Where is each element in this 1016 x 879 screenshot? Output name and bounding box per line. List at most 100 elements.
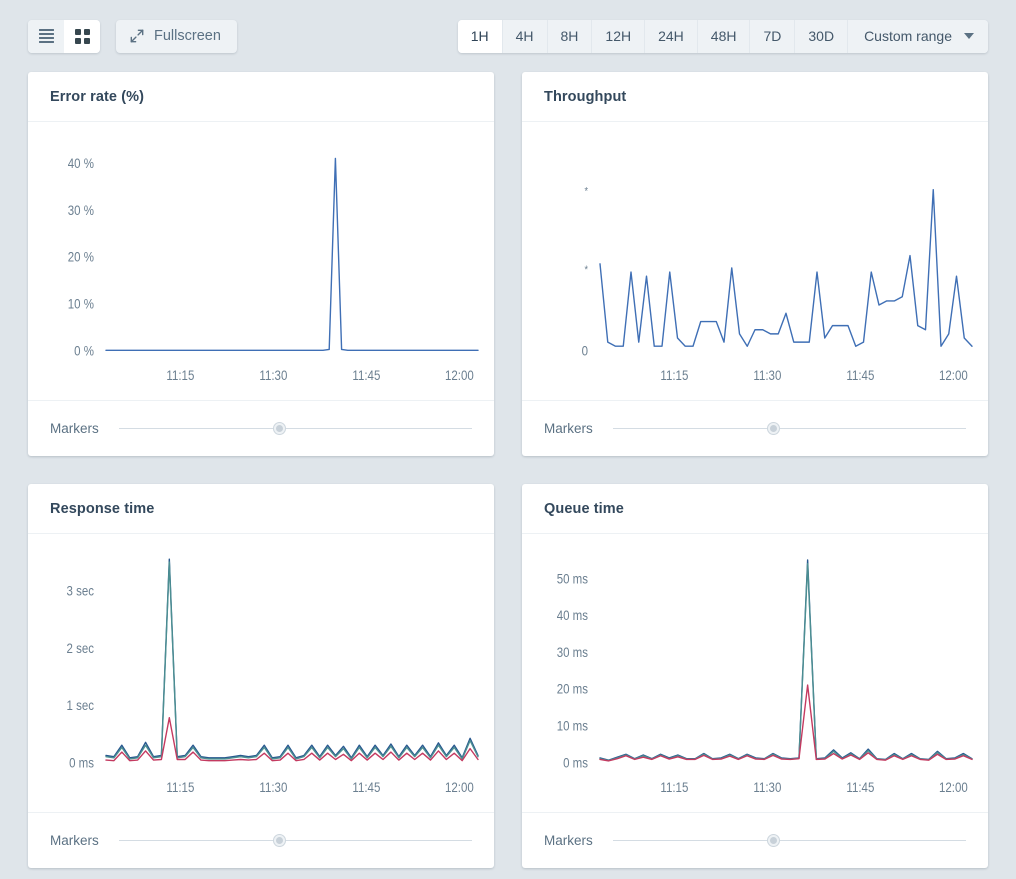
time-range-group: 1H 4H 8H 12H 24H 48H 7D 30D Custom range (457, 19, 988, 53)
grid-icon (74, 28, 90, 44)
card-header: Error rate (%) (28, 72, 494, 122)
card-title: Queue time (544, 500, 624, 517)
chevron-down-icon (964, 33, 974, 39)
y-tick-label: 20 % (68, 248, 95, 265)
y-tick-label: 2 sec (67, 640, 95, 657)
markers-label: Markers (544, 833, 593, 848)
markers-slider[interactable] (612, 420, 966, 438)
y-tick-label: 0 ms (563, 754, 588, 771)
card-title: Response time (50, 500, 155, 517)
y-tick-label: 40 ms (557, 607, 589, 624)
y-tick-label: 30 ms (557, 644, 589, 661)
x-tick-label: 11:45 (352, 779, 380, 796)
x-tick-label: 11:30 (753, 367, 781, 384)
y-tick-label: 50 ms (557, 570, 589, 587)
range-button-4h[interactable]: 4H (501, 19, 547, 53)
markers-slider[interactable] (118, 832, 472, 850)
markers-row: Markers (28, 812, 494, 868)
x-tick-label: 11:15 (660, 779, 688, 796)
x-tick-label: 11:45 (846, 779, 874, 796)
slider-track (612, 840, 966, 841)
x-tick-label: 12:00 (939, 779, 968, 796)
x-tick-label: 11:15 (660, 367, 688, 384)
markers-row: Markers (28, 400, 494, 456)
y-tick-label: * (584, 264, 588, 276)
x-tick-label: 11:15 (166, 367, 194, 384)
range-button-24h[interactable]: 24H (644, 19, 697, 53)
markers-slider[interactable] (118, 420, 472, 438)
y-tick-label: 0 % (74, 342, 94, 359)
card-header: Response time (28, 484, 494, 534)
range-button-1h[interactable]: 1H (457, 19, 502, 53)
card-title: Error rate (%) (50, 88, 145, 105)
y-tick-label: 0 (582, 342, 588, 359)
card-header: Throughput (522, 72, 988, 122)
toolbar: Fullscreen 1H 4H 8H 12H 24H 48H 7D 30D Custom ra… (0, 0, 1016, 72)
list-icon (38, 29, 54, 43)
custom-range-button[interactable]: Custom range (847, 19, 988, 53)
plot-queue-time: 50 ms 40 ms 30 ms 20 ms 10 ms 0 ms 11:15 11:30 1… (557, 534, 988, 796)
x-tick-label: 11:30 (259, 779, 287, 796)
x-tick-label: 12:00 (445, 779, 474, 796)
y-tick-label: * (584, 186, 588, 198)
chart-grid: Error rate (%) 40 % 30 % 20 % 10 % 0 % 11:15 11… (28, 72, 988, 868)
series-line (600, 560, 972, 760)
markers-row: Markers (522, 812, 988, 868)
slider-handle[interactable] (274, 835, 286, 846)
markers-label: Markers (50, 833, 99, 848)
card-title: Throughput (544, 88, 627, 105)
x-tick-label: 11:45 (352, 367, 380, 384)
slider-handle[interactable] (768, 423, 780, 434)
plot-error-rate: 40 % 30 % 20 % 10 % 0 % 11:15 11:30 11:45 12:00 (68, 155, 494, 384)
slider-handle[interactable] (274, 423, 286, 434)
markers-label: Markers (50, 421, 99, 436)
markers-row: Markers (522, 400, 988, 456)
fullscreen-label: Fullscreen (154, 28, 221, 44)
x-tick-label: 12:00 (939, 367, 968, 384)
range-button-8h[interactable]: 8H (546, 19, 592, 53)
expand-arrows-icon (130, 29, 144, 43)
y-tick-label: 20 ms (557, 681, 589, 698)
y-tick-label: 10 % (68, 295, 95, 312)
series-line (600, 564, 972, 761)
y-tick-label: 3 sec (67, 582, 95, 599)
chart-card-queue-time: Queue time 50 ms 40 ms 30 ms 20 ms 10 ms 0 ms 1… (522, 484, 988, 868)
x-tick-label: 11:45 (846, 367, 874, 384)
y-tick-label: 0 ms (69, 754, 94, 771)
chart-card-error-rate: Error rate (%) 40 % 30 % 20 % 10 % 0 % 11:15 11… (28, 72, 494, 456)
plot-area[interactable]: * * 0 11:15 11:30 11:45 12:00 (522, 122, 988, 400)
card-header: Queue time (522, 484, 988, 534)
markers-slider[interactable] (612, 832, 966, 850)
plot-response-time: 3 sec 2 sec 1 sec 0 ms 11:15 11:30 11:45 12:00 (67, 534, 494, 796)
slider-track (118, 840, 472, 841)
plot-area[interactable]: 50 ms 40 ms 30 ms 20 ms 10 ms 0 ms 11:15 11:30 1… (522, 534, 988, 812)
y-tick-label: 40 % (68, 155, 95, 172)
x-tick-label: 11:15 (166, 779, 194, 796)
x-tick-label: 11:30 (753, 779, 781, 796)
slider-track (118, 428, 472, 429)
range-button-48h[interactable]: 48H (696, 19, 750, 53)
range-button-12h[interactable]: 12H (591, 19, 645, 53)
x-tick-label: 11:30 (259, 367, 287, 384)
chart-card-response-time: Response time 3 sec 2 sec 1 sec 0 ms 11:15 11:… (28, 484, 494, 868)
plot-area[interactable]: 3 sec 2 sec 1 sec 0 ms 11:15 11:30 11:45 12:00 (28, 534, 494, 812)
series-line (600, 190, 972, 347)
dashboard-page: Fullscreen 1H 4H 8H 12H 24H 48H 7D 30D Custom ra… (0, 0, 1016, 879)
range-button-7d[interactable]: 7D (749, 19, 795, 53)
slider-handle[interactable] (768, 835, 780, 846)
range-button-30d[interactable]: 30D (794, 19, 848, 53)
list-view-button[interactable] (28, 19, 64, 53)
plot-area[interactable]: 40 % 30 % 20 % 10 % 0 % 11:15 11:30 11:45 12:00 (28, 122, 494, 400)
grid-view-button[interactable] (64, 19, 100, 53)
series-line (106, 559, 478, 758)
plot-throughput: * * 0 11:15 11:30 11:45 12:00 (582, 186, 988, 384)
y-tick-label: 10 ms (557, 717, 589, 734)
x-tick-label: 12:00 (445, 367, 474, 384)
series-line (600, 685, 972, 761)
series-line (106, 158, 478, 350)
fullscreen-button[interactable]: Fullscreen (116, 19, 237, 53)
y-tick-label: 30 % (68, 202, 95, 219)
markers-label: Markers (544, 421, 593, 436)
slider-track (612, 428, 966, 429)
custom-range-label: Custom range (864, 28, 952, 44)
